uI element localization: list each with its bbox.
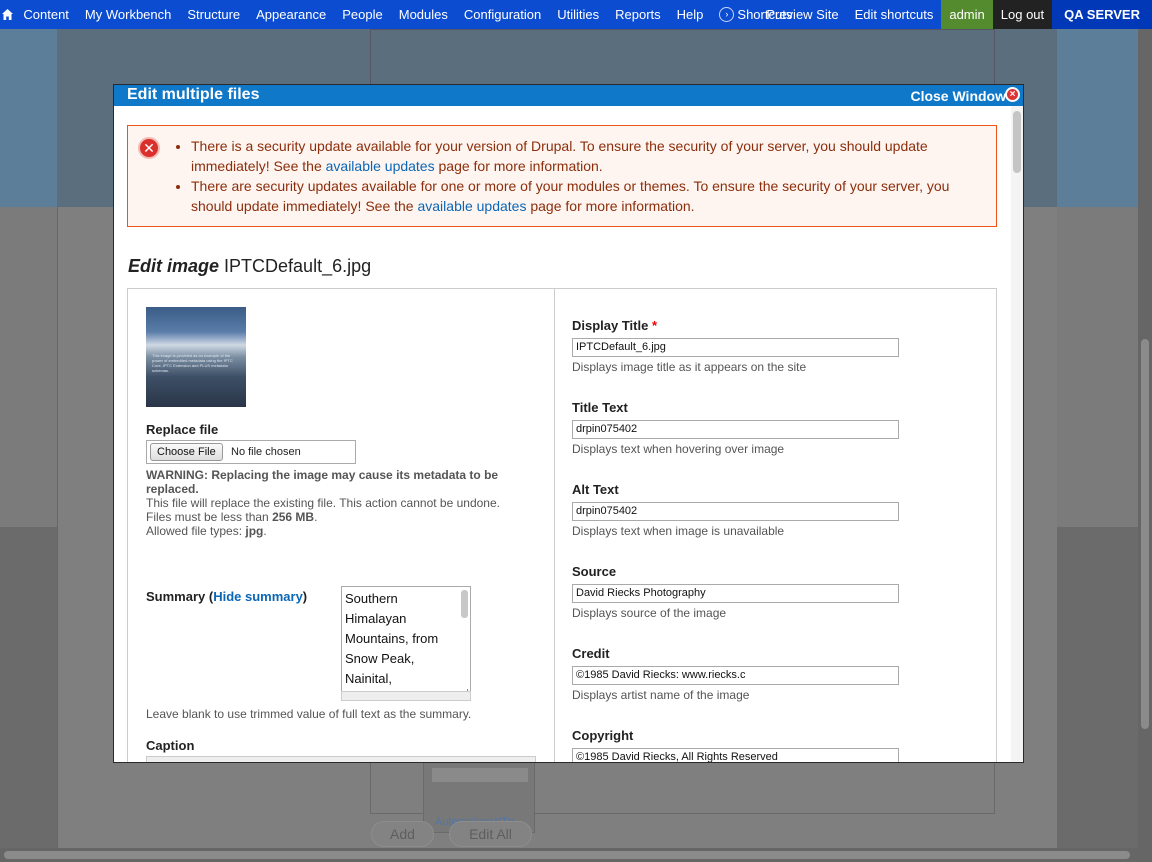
file-types-text: Allowed file types: [146, 524, 246, 538]
bold-icon[interactable]: B [155, 760, 164, 762]
required-marker: * [651, 318, 658, 333]
credit-label: Credit [572, 646, 610, 661]
dialog-titlebar: Edit multiple files Close Window × [114, 85, 1023, 106]
home-icon[interactable] [0, 0, 15, 29]
close-icon[interactable]: × [1005, 87, 1020, 102]
dialog-title: Edit multiple files [127, 86, 260, 103]
credit-field[interactable]: ©1985 David Riecks: www.riecks.c [572, 666, 899, 685]
alt-text-field[interactable]: drpin075402 [572, 502, 899, 521]
close-window-link[interactable]: Close Window [910, 88, 1006, 104]
source-help: Displays source of the image [572, 606, 727, 620]
alt-text-label: Alt Text [572, 482, 619, 497]
user-admin-link[interactable]: admin [941, 0, 993, 29]
summary-label-text: ) [302, 589, 308, 604]
summary-line: Mountains, from [345, 631, 439, 646]
error-message: There are security updates available for… [191, 176, 983, 216]
hide-summary-link[interactable]: Hide summary [213, 589, 303, 604]
page-vertical-scrollbar[interactable] [1138, 29, 1152, 862]
error-message: There is a security update available for… [191, 136, 983, 176]
image-preview-text: This image is provided as an example of … [152, 353, 233, 373]
caption-label: Caption [146, 738, 195, 753]
source-label: Source [572, 564, 617, 579]
textarea-resize-handle[interactable] [341, 691, 471, 701]
display-title-label-text: Display Title [572, 318, 649, 333]
menu-reports[interactable]: Reports [607, 0, 669, 29]
file-types-text: . [263, 524, 267, 538]
menu-help[interactable]: Help [669, 0, 712, 29]
edit-files-dialog: Edit multiple files Close Window × ✕ The… [113, 84, 1024, 763]
dialog-scrollbar[interactable] [1011, 106, 1023, 762]
choose-file-button[interactable]: Choose File [150, 443, 223, 461]
textarea-scrollbar[interactable] [461, 590, 468, 618]
add-button[interactable]: Add [371, 821, 434, 847]
menu-appearance[interactable]: Appearance [248, 0, 334, 29]
error-list: There is a security update available for… [173, 136, 983, 216]
title-text-field[interactable]: drpin075402 [572, 420, 899, 439]
file-types-value: jpg [245, 524, 264, 538]
summary-line: Snow Peak, [345, 651, 415, 666]
title-text-help: Displays text when hovering over image [572, 442, 785, 456]
size-limit-value: 256 MB [272, 510, 315, 524]
summary-line: Nainital, [345, 671, 392, 686]
menu-content[interactable]: Content [15, 0, 77, 29]
summary-line: Himalayan [345, 611, 407, 626]
replace-file-label: Replace file [146, 422, 219, 437]
admin-toolbar: Content My Workbench Structure Appearanc… [0, 0, 1152, 29]
security-error-messages: ✕ There is a security update available f… [127, 125, 997, 227]
error-icon: ✕ [138, 137, 160, 159]
scrollbar-thumb[interactable] [1013, 111, 1021, 173]
chevron-right-icon: › [719, 7, 735, 22]
replace-note: This file will replace the existing file… [146, 496, 500, 510]
column-divider [554, 289, 555, 762]
dialog-body: ✕ There is a security update available f… [114, 106, 1011, 762]
italic-icon[interactable]: I [177, 760, 180, 762]
display-title-field[interactable]: IPTCDefault_6.jpg [572, 338, 899, 357]
menu-utilities[interactable]: Utilities [549, 0, 607, 29]
credit-help: Displays artist name of the image [572, 688, 750, 702]
menu-configuration[interactable]: Configuration [456, 0, 549, 29]
shortcuts-label: Shortcuts [737, 7, 793, 22]
caption-editor-toolbar: B I ∞ [146, 756, 536, 762]
display-title-help: Displays image title as it appears on th… [572, 360, 807, 374]
replace-file-help: WARNING: Replacing the image may cause i… [146, 468, 536, 538]
logout-link[interactable]: Log out [992, 0, 1053, 29]
error-text: page for more information. [526, 198, 695, 214]
server-label: QA SERVER [1052, 0, 1152, 29]
edit-form: This image is provided as an example of … [127, 288, 997, 762]
available-updates-link[interactable]: available updates [326, 158, 435, 174]
summary-line: Southern [345, 591, 398, 606]
copyright-label: Copyright [572, 728, 634, 743]
no-file-chosen-text: No file chosen [231, 446, 301, 458]
page-title: Edit image IPTCDefault_6.jpg [128, 256, 371, 277]
source-field[interactable]: David Riecks Photography [572, 584, 899, 603]
size-limit-text: Files must be less than [146, 510, 273, 524]
replace-file-input[interactable]: Choose File No file chosen [146, 440, 356, 464]
scrollbar-thumb[interactable] [1141, 339, 1149, 729]
edit-shortcuts-link[interactable]: Edit shortcuts [847, 0, 942, 29]
menu-structure[interactable]: Structure [179, 0, 248, 29]
summary-label: Summary (Hide summary) [146, 589, 307, 604]
copyright-field[interactable]: ©1985 David Riecks, All Rights Reserved [572, 748, 899, 762]
link-icon[interactable]: ∞ [197, 760, 206, 762]
title-text-label: Title Text [572, 400, 628, 415]
summary-help: Leave blank to use trimmed value of full… [146, 707, 472, 721]
page-title-filename: IPTCDefault_6.jpg [219, 256, 372, 276]
summary-textarea[interactable]: Southern Himalayan Mountains, from Snow … [341, 586, 471, 700]
available-updates-link[interactable]: available updates [417, 198, 526, 214]
summary-label-text: Summary ( [146, 589, 214, 604]
menu-modules[interactable]: Modules [391, 0, 456, 29]
size-limit-text: . [314, 510, 318, 524]
thumbnail-placeholder [432, 768, 528, 782]
error-text: page for more information. [434, 158, 603, 174]
page-title-prefix: Edit image [128, 256, 220, 276]
display-title-label: Display Title * [572, 318, 657, 333]
image-preview: This image is provided as an example of … [146, 307, 246, 407]
scrollbar-thumb[interactable] [4, 851, 1130, 859]
alt-text-help: Displays text when image is unavailable [572, 524, 785, 538]
replace-warning: WARNING: Replacing the image may cause i… [146, 468, 499, 496]
menu-my-workbench[interactable]: My Workbench [77, 0, 179, 29]
page-horizontal-scrollbar[interactable] [0, 848, 1138, 862]
edit-all-button[interactable]: Edit All [449, 821, 532, 847]
menu-people[interactable]: People [334, 0, 390, 29]
